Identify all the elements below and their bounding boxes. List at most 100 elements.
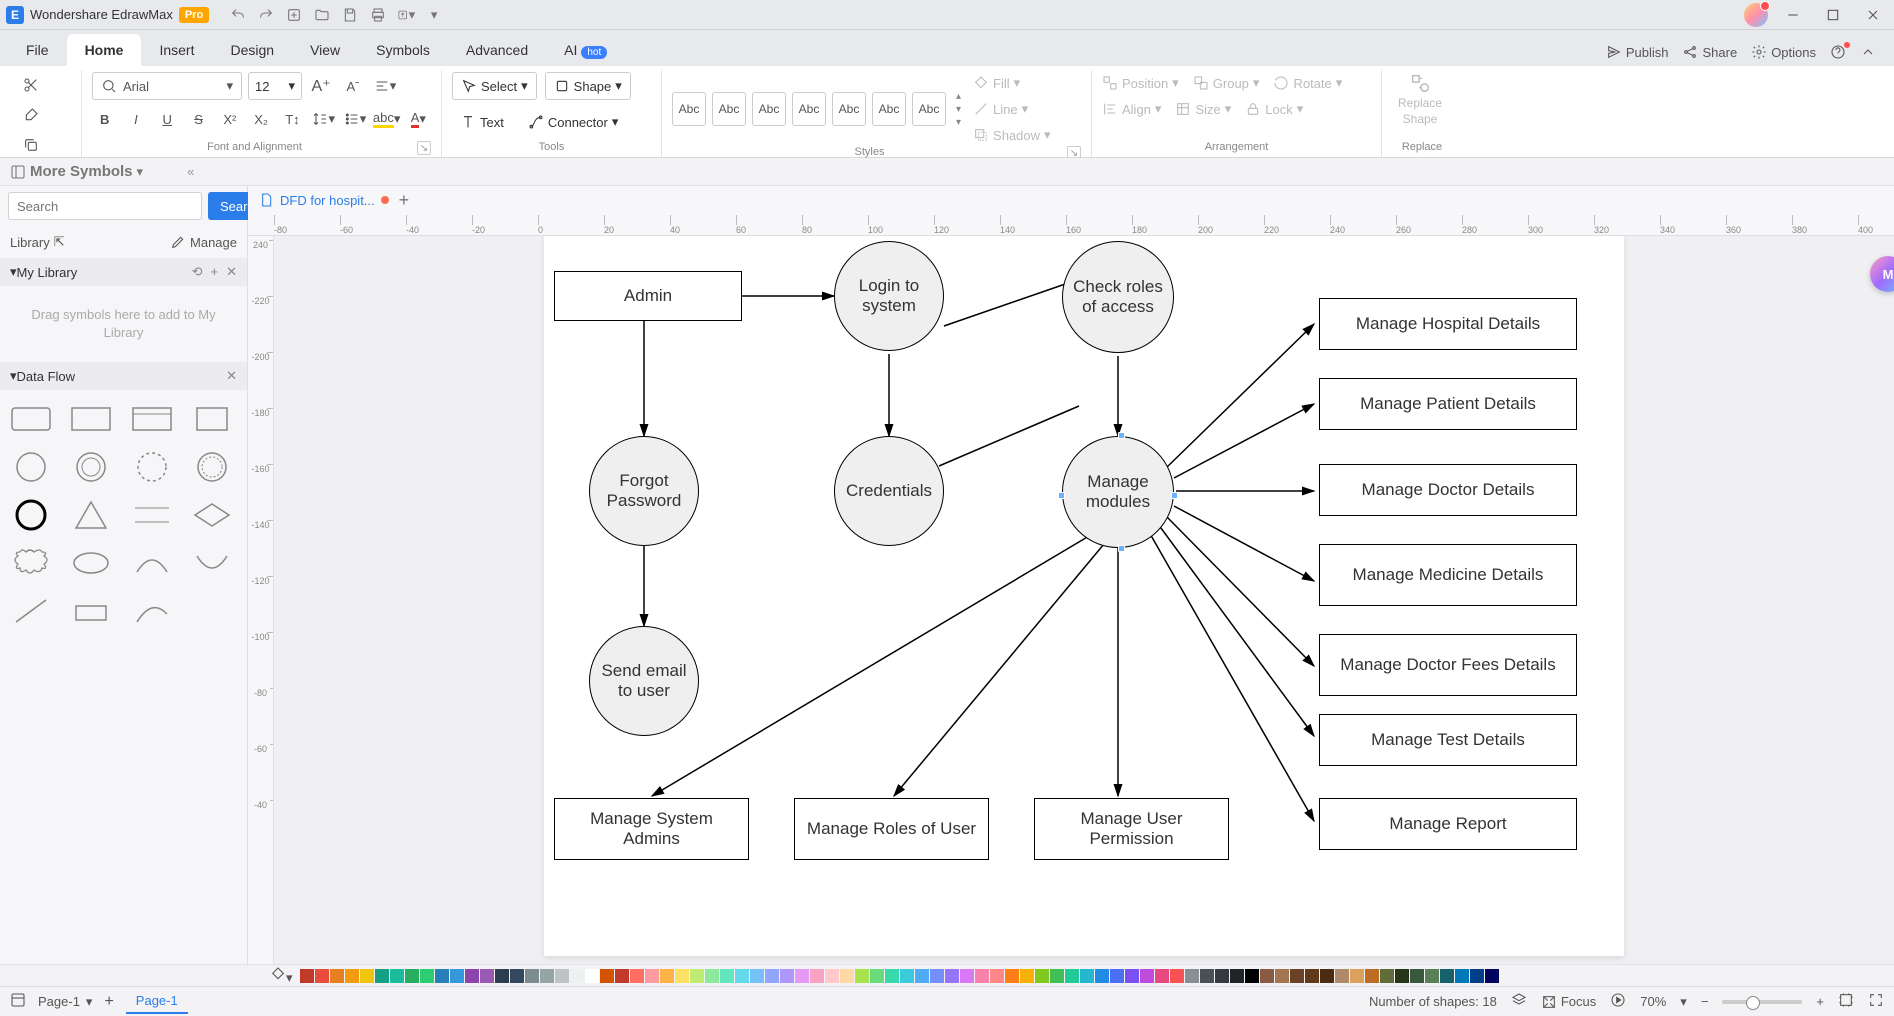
subscript-icon[interactable]: X₂ <box>248 106 273 132</box>
sidebar-toggle-icon[interactable]: More Symbols▾ « <box>10 163 194 180</box>
color-swatch[interactable] <box>750 969 764 983</box>
color-swatch[interactable] <box>1095 969 1109 983</box>
color-swatch[interactable] <box>855 969 869 983</box>
shape-thumb[interactable] <box>191 546 233 580</box>
color-swatch[interactable] <box>300 969 314 983</box>
color-swatch[interactable] <box>525 969 539 983</box>
node-forgot-password[interactable]: Forgot Password <box>589 436 699 546</box>
color-swatch[interactable] <box>570 969 584 983</box>
shape-thumb[interactable] <box>10 402 52 436</box>
color-swatch[interactable] <box>585 969 599 983</box>
color-swatch[interactable] <box>990 969 1004 983</box>
styles-more-icon[interactable]: ▾ <box>956 117 961 128</box>
shape-thumb[interactable] <box>131 450 173 484</box>
print-icon[interactable] <box>369 6 387 24</box>
color-swatch[interactable] <box>1395 969 1409 983</box>
node-roles-of-user[interactable]: Manage Roles of User <box>794 798 989 860</box>
color-swatch[interactable] <box>1170 969 1184 983</box>
font-size-combo[interactable]: 12▾ <box>248 72 302 100</box>
font-decrease-icon[interactable]: Aˉ <box>340 73 366 99</box>
color-swatch[interactable] <box>600 969 614 983</box>
color-swatch[interactable] <box>1410 969 1424 983</box>
color-swatch[interactable] <box>1485 969 1499 983</box>
color-swatch[interactable] <box>1185 969 1199 983</box>
shape-thumb[interactable] <box>131 402 173 436</box>
color-swatch[interactable] <box>510 969 524 983</box>
color-swatch[interactable] <box>1305 969 1319 983</box>
color-swatch[interactable] <box>1050 969 1064 983</box>
color-swatch[interactable] <box>705 969 719 983</box>
connector-tool[interactable]: Connector▾ <box>520 108 627 136</box>
color-swatch[interactable] <box>735 969 749 983</box>
color-swatch[interactable] <box>930 969 944 983</box>
node-send-email[interactable]: Send email to user <box>589 626 699 736</box>
format-painter-icon[interactable] <box>18 102 44 128</box>
underline-icon[interactable]: U <box>155 106 180 132</box>
font-color-icon[interactable]: A▾ <box>406 106 431 132</box>
color-swatch[interactable] <box>1335 969 1349 983</box>
dataflow-section[interactable]: ▾ Data Flow ✕ <box>0 362 247 390</box>
fill-picker-icon[interactable]: ▾ <box>270 966 293 986</box>
layers-icon[interactable] <box>1511 992 1527 1011</box>
shadow-button[interactable]: Shadow▾ <box>973 124 1051 146</box>
text-tool[interactable]: Text <box>452 108 512 136</box>
color-swatch[interactable] <box>615 969 629 983</box>
mylibrary-section[interactable]: ▾ My Library ⟲ + ✕ <box>0 258 247 286</box>
color-swatch[interactable] <box>375 969 389 983</box>
shape-thumb[interactable] <box>10 594 52 628</box>
tab-design[interactable]: Design <box>212 34 292 66</box>
align-icon[interactable]: ▾ <box>372 73 398 99</box>
collapse-ribbon-icon[interactable] <box>1860 44 1876 60</box>
color-swatch[interactable] <box>900 969 914 983</box>
color-swatch[interactable] <box>1215 969 1229 983</box>
mylibrary-refresh-icon[interactable]: ⟲ <box>192 264 203 280</box>
shape-thumb[interactable] <box>131 546 173 580</box>
copy-icon[interactable] <box>18 132 44 158</box>
color-swatch[interactable] <box>780 969 794 983</box>
help-button[interactable] <box>1830 44 1846 60</box>
color-swatch[interactable] <box>720 969 734 983</box>
node-patient-details[interactable]: Manage Patient Details <box>1319 378 1577 430</box>
color-swatch[interactable] <box>1320 969 1334 983</box>
color-swatch[interactable] <box>1350 969 1364 983</box>
shape-thumb[interactable] <box>10 450 52 484</box>
open-icon[interactable] <box>313 6 331 24</box>
color-swatch[interactable] <box>1365 969 1379 983</box>
style-swatch[interactable]: Abc <box>912 92 946 126</box>
color-swatch[interactable] <box>1290 969 1304 983</box>
rotate-button[interactable]: Rotate▾ <box>1273 72 1342 94</box>
shape-tool[interactable]: Shape▾ <box>545 72 631 100</box>
color-swatch[interactable] <box>555 969 569 983</box>
search-input[interactable] <box>8 192 202 220</box>
line-button[interactable]: Line▾ <box>973 98 1051 120</box>
shape-thumb[interactable] <box>131 498 173 532</box>
mylibrary-close-icon[interactable]: ✕ <box>226 264 237 280</box>
shape-thumb[interactable] <box>131 594 173 628</box>
shape-thumb[interactable] <box>191 402 233 436</box>
color-swatch[interactable] <box>660 969 674 983</box>
color-swatch[interactable] <box>1110 969 1124 983</box>
color-swatch[interactable] <box>345 969 359 983</box>
group-button[interactable]: Group▾ <box>1193 72 1260 94</box>
pages-panel-icon[interactable] <box>10 992 26 1011</box>
focus-button[interactable]: Focus <box>1541 994 1596 1010</box>
color-swatch[interactable] <box>1200 969 1214 983</box>
style-swatch[interactable]: Abc <box>792 92 826 126</box>
toolbar-more-icon[interactable]: ▾ <box>425 6 443 24</box>
new-icon[interactable] <box>285 6 303 24</box>
document-tab[interactable]: DFD for hospit... <box>258 192 389 208</box>
zoom-level[interactable]: 70% <box>1640 994 1666 1009</box>
style-swatch[interactable]: Abc <box>672 92 706 126</box>
page[interactable]: Admin Login to system Check roles of acc… <box>544 236 1624 956</box>
shape-thumb[interactable] <box>10 546 52 580</box>
share-button[interactable]: Share <box>1682 44 1737 60</box>
font-increase-icon[interactable]: A⁺ <box>308 73 334 99</box>
shape-thumb[interactable] <box>10 498 52 532</box>
node-login[interactable]: Login to system <box>834 241 944 351</box>
color-swatch[interactable] <box>825 969 839 983</box>
color-swatch[interactable] <box>690 969 704 983</box>
user-avatar[interactable] <box>1744 3 1768 27</box>
dataflow-close-icon[interactable]: ✕ <box>226 368 237 384</box>
strikethrough-icon[interactable]: S <box>186 106 211 132</box>
color-swatch[interactable] <box>420 969 434 983</box>
